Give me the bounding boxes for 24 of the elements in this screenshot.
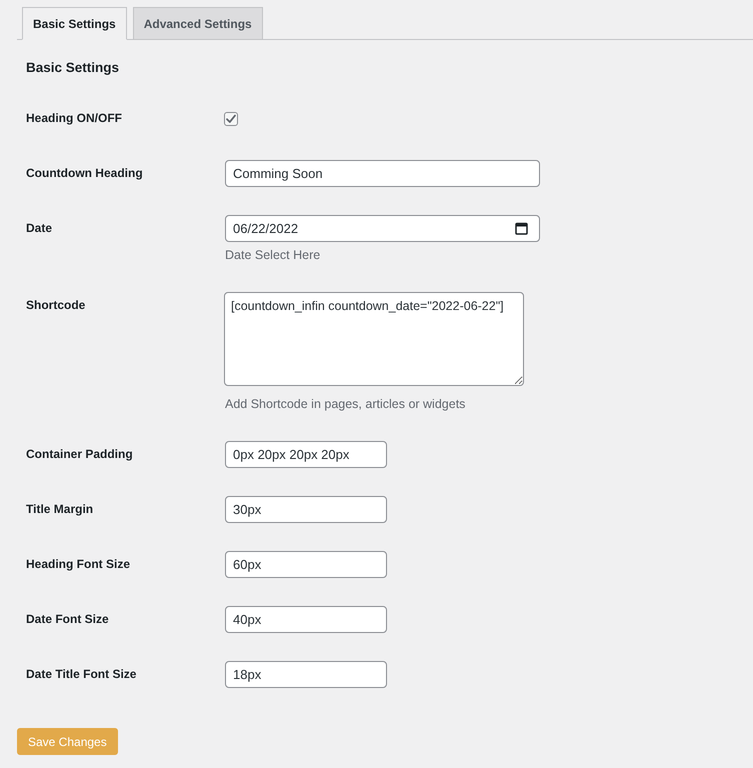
- field-label: Date Font Size: [26, 611, 109, 628]
- field-description: Date Select Here: [225, 247, 320, 264]
- text-field[interactable]: 0px 20px 20px 20px: [225, 441, 387, 468]
- field-label: Container Padding: [26, 446, 133, 463]
- text-area[interactable]: [countdown_infin countdown_date="2022-06-22"]: [224, 292, 524, 386]
- field-label: Title Margin: [26, 501, 94, 518]
- field-label: Countdown Heading: [26, 165, 143, 182]
- text-field[interactable]: 60px: [225, 551, 387, 578]
- calendar-icon[interactable]: [515, 222, 528, 235]
- field-label: Heading Font Size: [26, 556, 130, 573]
- date-field[interactable]: 06/22/2022: [225, 215, 540, 242]
- text-field[interactable]: 30px: [225, 496, 387, 523]
- tab[interactable]: Advanced Settings: [132, 7, 263, 40]
- text-field[interactable]: 18px: [225, 661, 387, 688]
- field-label: Shortcode: [26, 297, 86, 314]
- field-label: Date Title Font Size: [26, 666, 136, 683]
- section-title: Basic Settings: [26, 59, 120, 77]
- checkbox[interactable]: [224, 112, 238, 126]
- field-label: Date: [26, 220, 52, 237]
- field-description: Add Shortcode in pages, articles or widgets: [225, 396, 466, 413]
- text-field[interactable]: Comming Soon: [225, 160, 540, 187]
- text-field[interactable]: 40px: [225, 606, 387, 633]
- field-label: Heading ON/OFF: [26, 110, 122, 127]
- tab[interactable]: Basic Settings: [22, 7, 127, 40]
